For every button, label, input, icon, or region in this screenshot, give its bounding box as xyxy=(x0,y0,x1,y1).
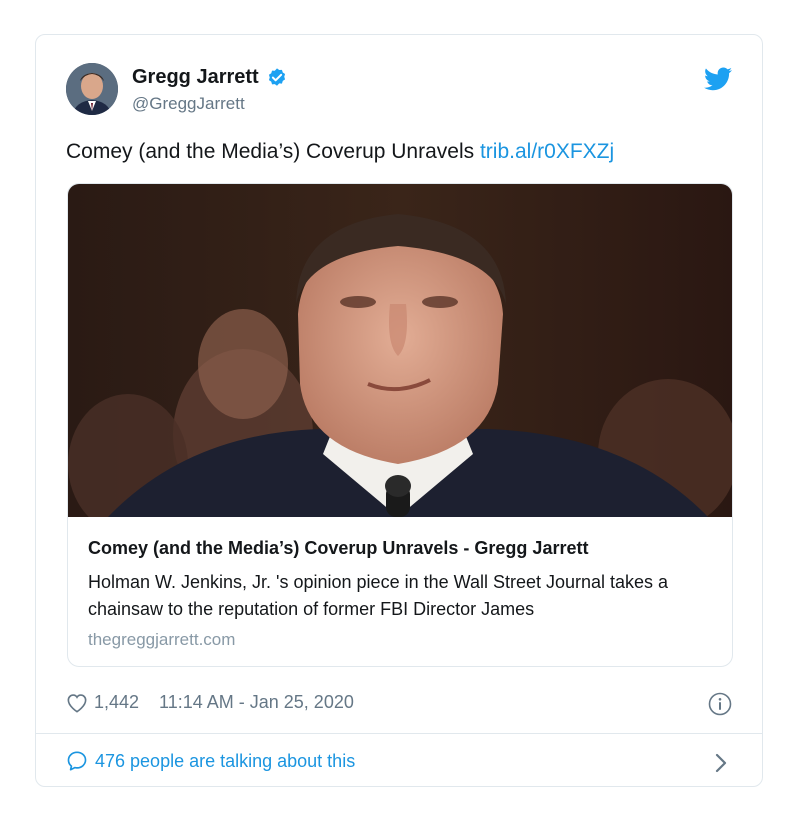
twitter-bird-icon[interactable] xyxy=(704,67,732,91)
verified-badge-icon xyxy=(268,67,285,86)
tweet-text: Comey (and the Media’s) Coverup Unravels… xyxy=(66,140,614,164)
tweet-timestamp[interactable]: 11:14 AM - Jan 25, 2020 xyxy=(159,692,354,713)
like-count[interactable]: 1,442 xyxy=(94,692,139,713)
chevron-right-icon[interactable] xyxy=(714,752,728,774)
conversation-count[interactable]: 476 people are talking about this xyxy=(95,751,355,772)
avatar[interactable] xyxy=(66,63,118,115)
link-card-image[interactable] xyxy=(68,184,733,517)
author-handle[interactable]: @GreggJarrett xyxy=(132,94,245,114)
tweet-meta: 1,442 11:14 AM - Jan 25, 2020 xyxy=(66,692,354,713)
conversation-link[interactable]: 476 people are talking about this xyxy=(66,750,355,772)
link-card-title[interactable]: Comey (and the Media’s) Coverup Unravels… xyxy=(88,538,588,559)
author-name[interactable]: Gregg Jarrett xyxy=(132,66,259,89)
tweet-card: Gregg Jarrett @GreggJarrett Comey (and t… xyxy=(35,34,763,787)
tweet-text-main: Comey (and the Media’s) Coverup Unravels xyxy=(66,140,480,163)
divider xyxy=(36,733,762,734)
link-card-domain: thegreggjarrett.com xyxy=(88,630,236,649)
tweet-link[interactable]: trib.al/r0XFXZj xyxy=(480,140,614,163)
link-card-description: Holman W. Jenkins, Jr. 's opinion piece … xyxy=(88,572,669,619)
link-card[interactable]: Comey (and the Media’s) Coverup Unravels… xyxy=(67,183,733,667)
speech-bubble-icon xyxy=(67,751,87,771)
heart-icon[interactable] xyxy=(66,693,88,713)
info-icon[interactable] xyxy=(708,692,732,716)
author-row: Gregg Jarrett xyxy=(132,66,288,89)
